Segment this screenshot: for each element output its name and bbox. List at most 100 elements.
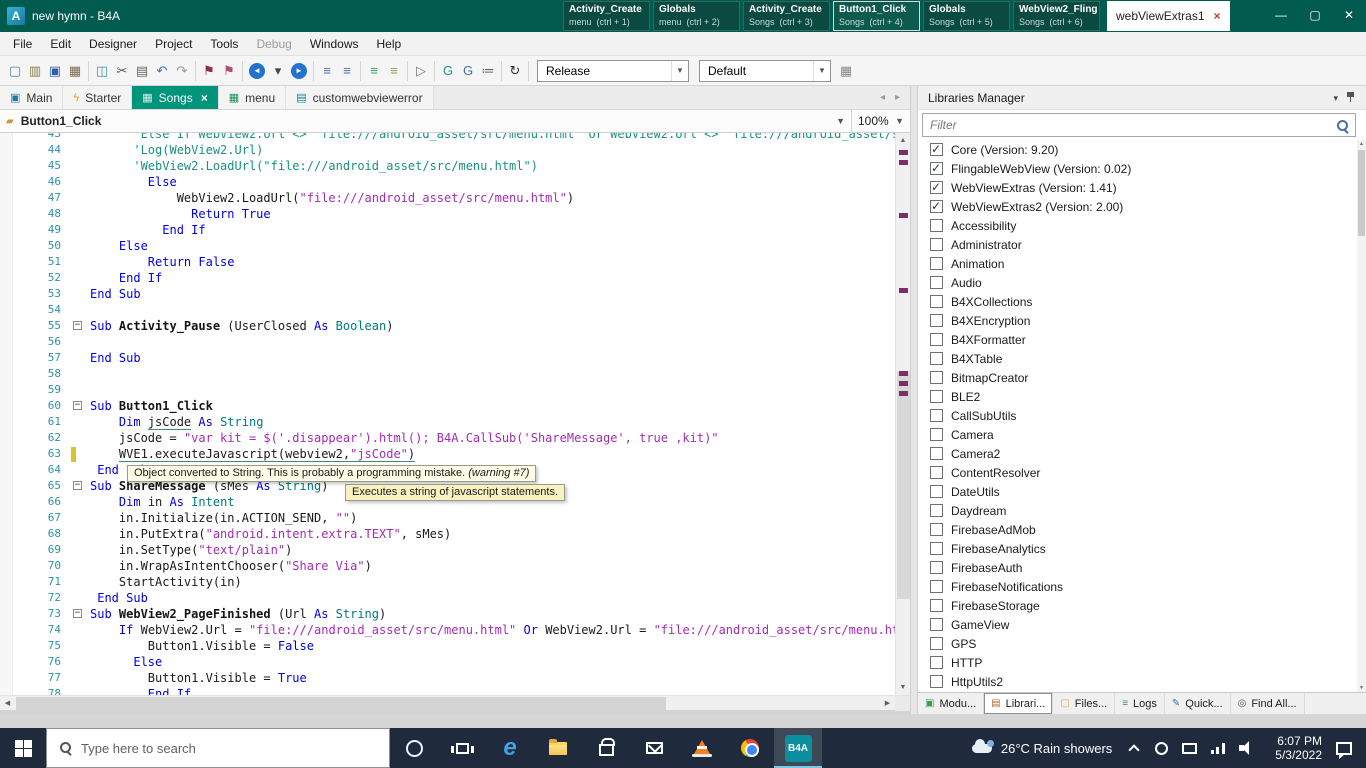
- action-center-icon[interactable]: [1336, 741, 1352, 759]
- line-number[interactable]: 61: [0, 414, 70, 430]
- code-line-57[interactable]: 57 End Sub: [0, 350, 895, 366]
- panel-splitter[interactable]: [910, 86, 918, 714]
- library-item-flingablewebview[interactable]: FlingableWebView (Version: 0.02): [918, 159, 1357, 178]
- line-number[interactable]: 43: [0, 133, 70, 142]
- chevron-down-icon[interactable]: ▼: [830, 116, 851, 126]
- module-tab-customwebviewerror[interactable]: ▤ customwebviewerror: [286, 86, 434, 109]
- close-button[interactable]: ✕: [1332, 0, 1366, 32]
- clean-project-icon[interactable]: ↻: [505, 60, 525, 82]
- sync-views-icon[interactable]: ≔: [478, 60, 498, 82]
- quick-jump-tab-button1-click[interactable]: Button1_Click Songs (ctrl + 4): [833, 1, 920, 31]
- display-tray-icon[interactable]: [1182, 742, 1198, 754]
- code-line-61[interactable]: 61 Dim jsCode As String: [0, 414, 895, 430]
- hidden-icons-chevron[interactable]: [1128, 743, 1140, 756]
- vlc-taskbar-button[interactable]: [678, 728, 726, 768]
- code-line-67[interactable]: 67 in.Initialize(in.ACTION_SEND, ""): [0, 510, 895, 526]
- code-line-51[interactable]: 51 Return False: [0, 254, 895, 270]
- library-item-httputils2[interactable]: HttpUtils2: [918, 672, 1357, 691]
- navigate-back-icon[interactable]: ◄: [249, 62, 265, 79]
- library-item-b4xtable[interactable]: B4XTable: [918, 349, 1357, 368]
- libraries-scrollbar[interactable]: ▲ ▼: [1357, 140, 1366, 692]
- library-checkbox[interactable]: [930, 409, 943, 422]
- weather-widget[interactable]: 26°C Rain showers: [960, 728, 1124, 768]
- line-number[interactable]: 48: [0, 206, 70, 222]
- zoom-combo[interactable]: 100% ▼: [852, 110, 910, 132]
- library-item-daydream[interactable]: Daydream: [918, 501, 1357, 520]
- line-number[interactable]: 51: [0, 254, 70, 270]
- libraries-scroll-thumb[interactable]: [1358, 150, 1365, 236]
- open-project-icon[interactable]: ▥: [25, 60, 45, 82]
- library-checkbox[interactable]: [930, 618, 943, 631]
- module-tab-songs[interactable]: ▦ Songs ×: [132, 86, 219, 109]
- library-item-firebaseanalytics[interactable]: FirebaseAnalytics: [918, 539, 1357, 558]
- library-item-http[interactable]: HTTP: [918, 653, 1357, 672]
- dock-tab-quick[interactable]: ✎ Quick...: [1165, 693, 1231, 714]
- member-combo[interactable]: ▰ Button1_Click ▼: [0, 110, 852, 132]
- line-number[interactable]: 46: [0, 174, 70, 190]
- library-checkbox[interactable]: [930, 180, 943, 194]
- b4a-taskbar-button[interactable]: B4A: [774, 728, 822, 768]
- filter-modules-icon[interactable]: ▦: [836, 60, 856, 82]
- library-checkbox[interactable]: [930, 675, 943, 688]
- comment-icon[interactable]: ≡: [364, 60, 384, 82]
- menu-designer[interactable]: Designer: [80, 32, 146, 56]
- line-number[interactable]: 67: [0, 510, 70, 526]
- code-line-60[interactable]: 60− Sub Button1_Click: [0, 398, 895, 414]
- line-number[interactable]: 64: [0, 462, 70, 478]
- start-button[interactable]: [0, 728, 46, 768]
- line-number[interactable]: 73: [0, 606, 70, 622]
- library-item-ble2[interactable]: BLE2: [918, 387, 1357, 406]
- fold-collapse-icon[interactable]: −: [73, 321, 82, 330]
- line-number[interactable]: 76: [0, 654, 70, 670]
- navigate-back-menu-icon[interactable]: ▾: [268, 60, 288, 82]
- line-number[interactable]: 55: [0, 318, 70, 334]
- library-checkbox[interactable]: [930, 428, 943, 441]
- line-number[interactable]: 70: [0, 558, 70, 574]
- library-checkbox[interactable]: [930, 142, 943, 156]
- code-line-58[interactable]: 58: [0, 366, 895, 382]
- chrome-taskbar-button[interactable]: [726, 728, 774, 768]
- dock-tab-logs[interactable]: ≡ Logs: [1115, 693, 1165, 714]
- library-checkbox[interactable]: [930, 561, 943, 574]
- save-icon[interactable]: ▣: [45, 60, 65, 82]
- module-tab-starter[interactable]: ϟ Starter: [63, 86, 133, 109]
- clock-tray-icon[interactable]: [1155, 741, 1169, 755]
- undo-icon[interactable]: ↶: [152, 60, 172, 82]
- fold-collapse-icon[interactable]: −: [73, 481, 82, 490]
- taskbar-search-input[interactable]: [81, 740, 331, 756]
- line-number[interactable]: 77: [0, 670, 70, 686]
- pin-icon[interactable]: [1346, 92, 1356, 104]
- library-item-webviewextras2[interactable]: WebViewExtras2 (Version: 2.00): [918, 197, 1357, 216]
- line-number[interactable]: 53: [0, 286, 70, 302]
- library-item-contentresolver[interactable]: ContentResolver: [918, 463, 1357, 482]
- library-item-b4xformatter[interactable]: B4XFormatter: [918, 330, 1357, 349]
- library-checkbox[interactable]: [930, 199, 943, 213]
- dock-tab-modu[interactable]: ▣ Modu...: [918, 693, 985, 714]
- maximize-button[interactable]: ▢: [1298, 0, 1332, 32]
- scroll-up-icon[interactable]: ▲: [896, 133, 910, 148]
- library-checkbox[interactable]: [930, 161, 943, 175]
- library-checkbox[interactable]: [930, 542, 943, 555]
- library-checkbox[interactable]: [930, 580, 943, 593]
- outdent-icon[interactable]: ≡: [317, 60, 337, 82]
- taskbar-search[interactable]: [46, 728, 390, 768]
- scroll-left-icon[interactable]: ◀: [0, 696, 15, 711]
- copy-icon[interactable]: ▤: [132, 60, 152, 82]
- line-number[interactable]: 45: [0, 158, 70, 174]
- library-checkbox[interactable]: [930, 333, 943, 346]
- editor-horizontal-scrollbar[interactable]: ◀ ▶: [0, 695, 910, 711]
- library-checkbox[interactable]: [930, 295, 943, 308]
- line-number[interactable]: 68: [0, 526, 70, 542]
- panel-menu-icon[interactable]: ▾: [1333, 86, 1338, 110]
- vertical-scroll-thumb[interactable]: [897, 371, 910, 599]
- indent-icon[interactable]: ≡: [337, 60, 357, 82]
- build-configuration-select[interactable]: Release ▼: [537, 59, 689, 82]
- code-line-59[interactable]: 59: [0, 382, 895, 398]
- menu-help[interactable]: Help: [368, 32, 411, 56]
- quick-jump-tab-globals[interactable]: Globals menu (ctrl + 2): [653, 1, 740, 31]
- line-number[interactable]: 59: [0, 382, 70, 398]
- scroll-tabs-left-icon[interactable]: ◂: [880, 92, 885, 103]
- line-number[interactable]: 75: [0, 638, 70, 654]
- volume-tray-icon[interactable]: [1239, 741, 1258, 755]
- library-checkbox[interactable]: [930, 523, 943, 536]
